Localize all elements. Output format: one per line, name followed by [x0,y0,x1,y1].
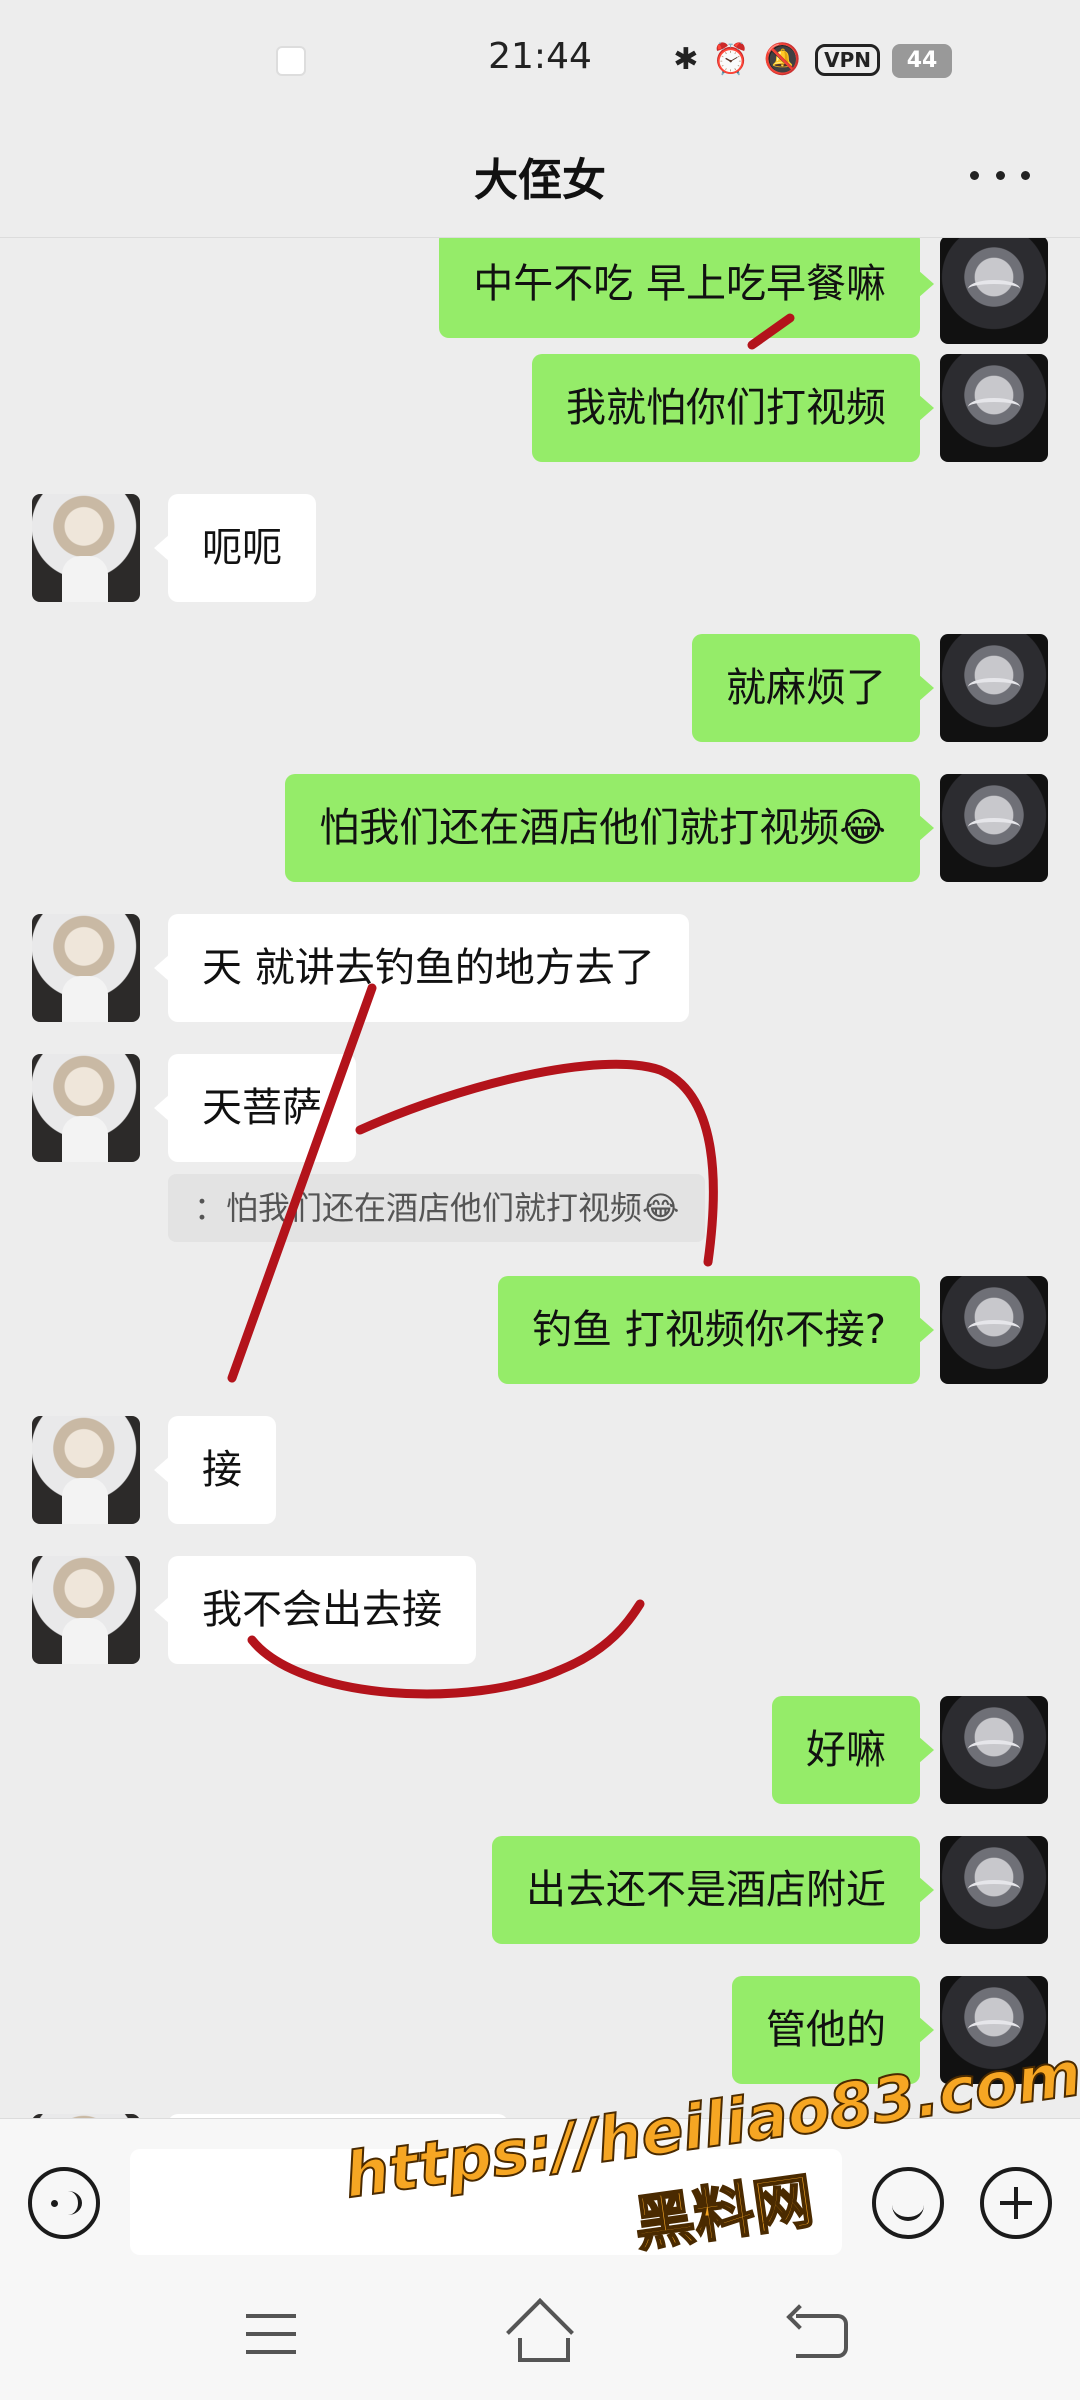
contact-avatar[interactable] [32,1054,140,1162]
my-avatar[interactable] [940,1276,1048,1384]
contact-avatar[interactable] [32,914,140,1022]
more-icon[interactable] [970,150,1030,200]
back-icon[interactable] [796,2314,848,2358]
my-avatar[interactable] [940,634,1048,742]
mute-icon: 🔕 [763,42,802,77]
message-bubble-mine[interactable]: 出去还不是酒店附近 [492,1836,934,1944]
message-list[interactable]: 中午不吃 早上吃早餐嘛 我就怕你们打视频 呃呃 就麻烦了 怕我们还在酒店他们就打… [0,238,1080,2118]
alarm-icon: ⏰ [712,42,750,77]
message-bubble-mine[interactable]: 中午不吃 早上吃早餐嘛 [439,238,934,338]
quoted-message[interactable]: ：怕我们还在酒店他们就打视频😂 [168,1174,706,1242]
system-nav-bar [0,2280,1080,2400]
my-avatar[interactable] [940,1976,1048,2084]
message-input[interactable] [130,2149,842,2255]
bluetooth-icon: ✱ [673,42,699,77]
my-avatar[interactable] [940,1696,1048,1804]
message-bubble-mine[interactable]: 怕我们还在酒店他们就打视频😂 [285,774,934,882]
my-avatar[interactable] [940,354,1048,462]
message-bubble-theirs[interactable]: 我不会出去接 [154,1556,476,1664]
message-bubble-mine[interactable]: 我就怕你们打视频 [532,354,934,462]
message-bubble-mine[interactable]: 就麻烦了 [692,634,934,742]
message-bubble-theirs[interactable]: 天菩萨 [154,1054,356,1162]
emoji-icon[interactable] [872,2167,944,2239]
message-bubble-mine[interactable]: 钓鱼 打视频你不接? [498,1276,934,1384]
menu-icon[interactable] [246,2314,296,2354]
battery-icon: 44 [892,44,952,78]
contact-avatar[interactable] [32,494,140,602]
my-avatar[interactable] [940,774,1048,882]
message-bubble-mine[interactable]: 好嘛 [772,1696,934,1804]
chat-header: 大侄女 [0,120,1080,238]
message-bubble-theirs[interactable]: 接 [154,1416,276,1524]
status-bar: 21:44 ✱ ⏰ 🔕 VPN 44 [0,0,1080,120]
home-icon[interactable] [506,2304,574,2362]
my-avatar[interactable] [940,238,1048,344]
contact-avatar[interactable] [32,1556,140,1664]
status-icons: ✱ ⏰ 🔕 VPN [673,42,880,77]
my-avatar[interactable] [940,1836,1048,1944]
message-bubble-theirs[interactable]: 呃呃 [154,494,316,602]
input-bar [0,2118,1080,2280]
chat-title: 大侄女 [474,155,606,206]
contact-avatar[interactable] [32,1416,140,1524]
vpn-badge: VPN [815,43,880,76]
message-bubble-mine[interactable]: 管他的 [732,1976,934,2084]
plus-icon[interactable] [980,2167,1052,2239]
voice-icon[interactable] [28,2167,100,2239]
message-bubble-theirs[interactable]: 天 就讲去钓鱼的地方去了 [154,914,689,1022]
